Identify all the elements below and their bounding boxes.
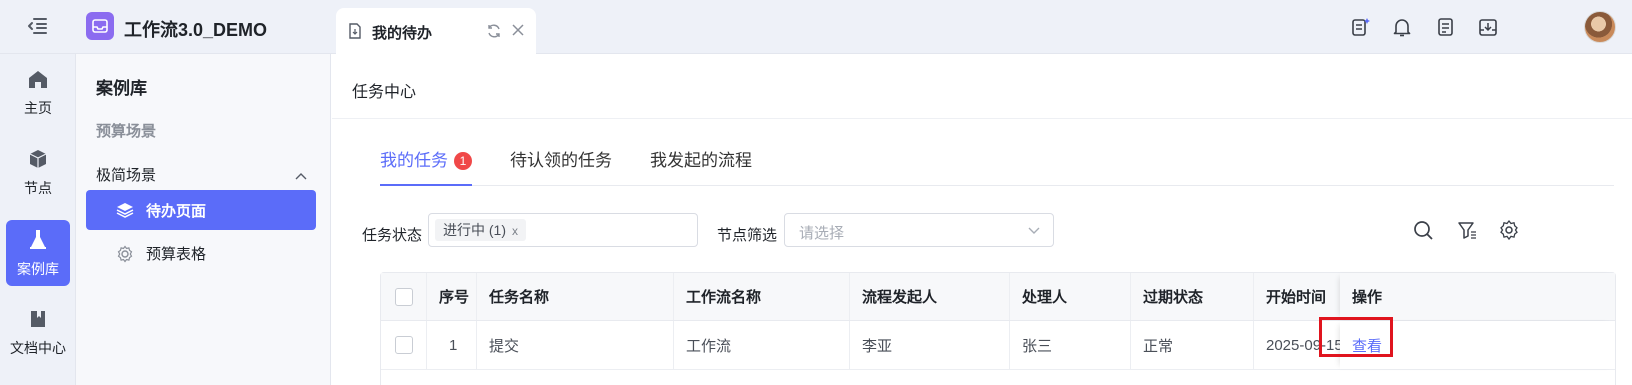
open-tab-label: 我的待办 [372, 25, 433, 42]
nav-item-label: 主页 [24, 99, 52, 116]
nav-item-home[interactable]: 主页 [6, 60, 70, 126]
settings-icon[interactable] [1498, 219, 1522, 243]
status-filter-label: 任务状态 [362, 227, 423, 244]
tab-label: 我的任务 [380, 151, 448, 170]
tab-claimable-tasks[interactable]: 待认领的任务 [510, 146, 612, 186]
header-handler: 处理人 [1010, 273, 1131, 320]
cell-initiator: 李亚 [850, 321, 1010, 369]
divider [332, 118, 1632, 119]
search-icon[interactable] [1412, 219, 1436, 243]
collapse-menu-icon[interactable] [26, 16, 50, 38]
node-filter-placeholder: 请选择 [799, 225, 845, 242]
cell-workflow-name: 工作流 [674, 321, 850, 369]
download-box-icon[interactable] [1477, 16, 1499, 38]
row-checkbox[interactable] [395, 336, 413, 354]
app-logo-icon [86, 12, 114, 40]
row-checkbox-cell [381, 321, 427, 369]
filter-icon[interactable] [1456, 219, 1480, 243]
count-badge: 1 [454, 152, 472, 170]
status-chip-label: 进行中 (1) [443, 222, 506, 238]
cell-task-name: 提交 [477, 321, 674, 369]
layers-icon [116, 202, 134, 222]
cube-icon [28, 149, 48, 172]
sidebar-group-toggle[interactable]: 极简场景 [96, 164, 311, 185]
tab-my-tasks[interactable]: 我的任务 1 [380, 146, 472, 186]
open-tab-todo[interactable]: 我的待办 [336, 8, 536, 54]
status-chip: 进行中 (1) x [435, 219, 526, 241]
chevron-up-icon [295, 167, 307, 184]
header-initiator: 流程发起人 [850, 273, 1010, 320]
tab-label: 待认领的任务 [510, 151, 612, 170]
status-filter-select[interactable]: 进行中 (1) x [428, 213, 698, 247]
sidebar-item-label: 待办页面 [146, 202, 207, 220]
tab-label: 我发起的流程 [650, 151, 752, 170]
nav-item-docs[interactable]: 文档中心 [6, 300, 70, 366]
nav-item-nodes[interactable]: 节点 [6, 140, 70, 206]
top-bar: 工作流3.0_DEMO 我的待办 [0, 0, 1632, 54]
cell-index: 1 [427, 321, 477, 369]
flask-icon [28, 228, 48, 253]
sidebar-item-label: 预算表格 [146, 245, 207, 263]
table-row: 1 提交 工作流 李亚 张三 正常 2025-09-15 查看 [381, 321, 1615, 370]
ai-doc-icon[interactable] [1350, 16, 1372, 38]
tab-started-processes[interactable]: 我发起的流程 [650, 146, 752, 186]
header-index: 序号 [427, 273, 477, 320]
main-nav-rail: 主页 节点 案例库 文档中心 [0, 54, 76, 385]
table-header: 序号 任务名称 工作流名称 流程发起人 处理人 过期状态 开始时间 操作 [381, 273, 1615, 321]
app-title: 工作流3.0_DEMO [124, 20, 268, 40]
highlight-box [1319, 317, 1393, 357]
home-icon [27, 69, 49, 92]
document-list-icon[interactable] [1434, 16, 1456, 38]
node-filter-select[interactable]: 请选择 [784, 213, 1054, 247]
sidebar-item-todo-page[interactable]: 待办页面 [86, 190, 316, 230]
avatar[interactable] [1584, 11, 1616, 43]
book-icon [28, 309, 48, 332]
page-title: 任务中心 [352, 84, 417, 101]
sub-sidebar: 案例库 预算场景 极简场景 待办页面 预算表格 [76, 54, 331, 385]
header-expiry-status: 过期状态 [1131, 273, 1254, 320]
main-content: 任务中心 我的任务 1 待认领的任务 我发起的流程 任务状态 进行中 (1) x 节… [332, 54, 1632, 385]
bell-icon[interactable] [1391, 16, 1413, 38]
sidebar-group-label: 极简场景 [96, 167, 157, 184]
nav-item-label: 案例库 [17, 260, 59, 277]
close-icon[interactable] [511, 23, 525, 40]
gear-icon [116, 245, 134, 267]
chip-close-icon[interactable]: x [512, 224, 518, 238]
sidebar-item-budget-table[interactable]: 预算表格 [86, 233, 316, 273]
document-icon [348, 23, 362, 42]
header-task-name: 任务名称 [477, 273, 674, 320]
cell-expiry-status: 正常 [1131, 321, 1254, 369]
chevron-down-icon [1027, 223, 1041, 240]
cell-handler: 张三 [1010, 321, 1131, 369]
nav-item-label: 文档中心 [10, 339, 66, 356]
nav-item-case-library[interactable]: 案例库 [6, 220, 70, 286]
task-table: 序号 任务名称 工作流名称 流程发起人 处理人 过期状态 开始时间 操作 1 提… [380, 272, 1616, 385]
refresh-icon[interactable] [486, 23, 502, 42]
header-workflow-name: 工作流名称 [674, 273, 850, 320]
sidebar-category[interactable]: 预算场景 [96, 120, 156, 141]
select-all-checkbox[interactable] [395, 287, 413, 306]
header-actions: 操作 [1340, 273, 1615, 320]
task-tabs: 我的任务 1 待认领的任务 我发起的流程 [380, 146, 1614, 186]
sidebar-title: 案例库 [96, 79, 147, 98]
node-filter-label: 节点筛选 [717, 227, 778, 244]
header-start-time: 开始时间 [1266, 289, 1327, 306]
header-checkbox-cell [381, 273, 427, 320]
nav-item-label: 节点 [24, 179, 52, 196]
